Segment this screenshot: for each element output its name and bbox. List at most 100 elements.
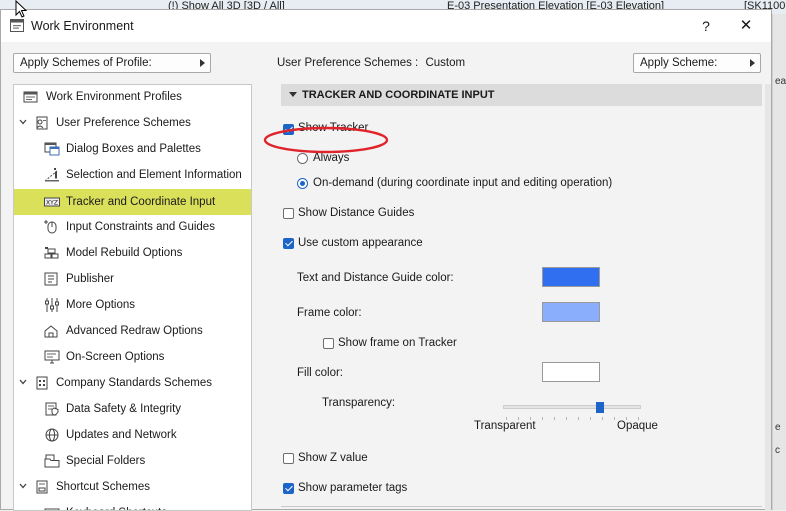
scheme-status-label: User Preference Schemes : (277, 57, 419, 69)
frame-color-swatch[interactable] (542, 302, 600, 322)
panel-scrollbar[interactable] (765, 84, 771, 511)
dialog-title: Work Environment (31, 19, 134, 33)
dialog-titlebar[interactable]: Work Environment ? ✕ (1, 10, 771, 42)
panel-divider (281, 506, 762, 507)
fill-color-swatch[interactable] (542, 362, 600, 382)
slider-tick (566, 417, 567, 420)
background-app-side: ea e c (772, 14, 786, 510)
tree-item-label: Updates and Network (66, 429, 177, 441)
show-frame-on-tracker-checkbox[interactable] (323, 338, 334, 349)
keyboard-icon (44, 508, 60, 510)
apply-scheme-dropdown[interactable]: Apply Scheme: (633, 53, 761, 73)
help-button[interactable]: ? (691, 14, 721, 38)
show-distance-guides-checkbox[interactable] (283, 208, 294, 219)
tree-item-company-standards-schemes[interactable]: Company Standards Schemes (14, 371, 251, 395)
tree-item-label: Input Constraints and Guides (66, 221, 215, 233)
frame-color-label: Frame color: (297, 307, 362, 319)
data-safety-icon (45, 402, 59, 416)
globe-icon (45, 428, 59, 442)
slider-tick (614, 417, 615, 420)
transparency-slider-track[interactable] (503, 405, 641, 409)
tree-item-on-screen-options[interactable]: On-Screen Options (14, 345, 251, 369)
show-z-value-checkbox[interactable] (283, 453, 294, 464)
publisher-icon (44, 272, 58, 286)
apply-profile-dropdown[interactable]: Apply Schemes of Profile: (13, 53, 211, 73)
slider-tick (590, 417, 591, 420)
chevron-down-icon[interactable] (19, 378, 27, 386)
on-demand-label[interactable]: On-demand (during coordinate input and e… (313, 177, 612, 189)
section-header-title: TRACKER AND COORDINATE INPUT (302, 89, 495, 101)
close-button[interactable]: ✕ (731, 14, 761, 38)
tree-item-special-folders[interactable]: Special Folders (14, 449, 251, 473)
section-header[interactable]: TRACKER AND COORDINATE INPUT (281, 84, 762, 106)
tree-item-data-safety-integrity[interactable]: Data Safety & Integrity (14, 397, 251, 421)
tree-item-user-preference-schemes[interactable]: User Preference Schemes (14, 111, 251, 135)
tree-item-label: User Preference Schemes (56, 117, 191, 129)
background-fragment: e (775, 422, 781, 433)
always-radio[interactable] (297, 153, 308, 164)
selection-info-icon (44, 168, 59, 182)
tree-item-label: Shortcut Schemes (56, 481, 150, 493)
tree-item-publisher[interactable]: Publisher (14, 267, 251, 291)
apply-profile-label: Apply Schemes of Profile: (20, 57, 152, 69)
slider-tick (602, 417, 603, 420)
slider-tick (542, 417, 543, 420)
bricks-icon (44, 247, 59, 259)
tree-item-tracker-coordinate-input[interactable]: XYZ Tracker and Coordinate Input (14, 189, 251, 215)
tree-item-updates-network[interactable]: Updates and Network (14, 423, 251, 447)
show-distance-guides-label[interactable]: Show Distance Guides (298, 207, 414, 219)
settings-tree: Work Environment Profiles User Preferenc… (13, 84, 252, 511)
chevron-down-icon[interactable] (19, 118, 27, 126)
tree-item-label: More Options (66, 299, 136, 311)
chevron-down-icon[interactable] (19, 482, 27, 490)
tree-item-selection-element-information[interactable]: Selection and Element Information (14, 163, 251, 187)
transparency-label: Transparency: (322, 397, 396, 409)
show-parameter-tags-checkbox[interactable] (283, 483, 294, 494)
tree-item-model-rebuild-options[interactable]: Model Rebuild Options (14, 241, 251, 265)
work-environment-dialog: Work Environment ? ✕ Apply Schemes of Pr… (0, 9, 772, 511)
sliders-icon (45, 298, 59, 312)
tree-item-label: Publisher (66, 273, 114, 285)
profiles-icon (23, 91, 38, 103)
fill-color-label: Fill color: (297, 367, 344, 379)
tree-item-label: Dialog Boxes and Palettes (66, 143, 201, 155)
slider-tick (578, 417, 579, 420)
user-scheme-icon (36, 116, 48, 130)
tree-item-dialog-boxes-palettes[interactable]: Dialog Boxes and Palettes (14, 137, 251, 161)
mouse-constraints-icon (44, 220, 57, 234)
dialog-palettes-icon (44, 142, 60, 156)
tree-item-input-constraints-guides[interactable]: Input Constraints and Guides (14, 215, 251, 239)
on-demand-radio[interactable] (297, 178, 308, 189)
tree-item-label: Work Environment Profiles (46, 91, 182, 103)
tree-item-label: Model Rebuild Options (66, 247, 183, 259)
text-guide-color-swatch[interactable] (542, 267, 600, 287)
tree-item-more-options[interactable]: More Options (14, 293, 251, 317)
tree-item-label: Advanced Redraw Options (66, 325, 203, 337)
apply-scheme-label: Apply Scheme: (640, 57, 718, 69)
show-frame-on-tracker-label[interactable]: Show frame on Tracker (338, 337, 457, 349)
tree-item-label: Data Safety & Integrity (66, 403, 182, 415)
dropdown-arrow-icon (200, 59, 205, 67)
tree-item-shortcut-schemes[interactable]: Shortcut Schemes (14, 475, 251, 499)
scheme-status: User Preference Schemes : Custom (277, 57, 465, 69)
app-window-icon (10, 19, 24, 32)
tree-item-label: Selection and Element Information (66, 169, 242, 181)
tree-item-advanced-redraw-options[interactable]: Advanced Redraw Options (14, 319, 251, 343)
tree-item-work-environment-profiles[interactable]: Work Environment Profiles (14, 85, 251, 109)
text-guide-color-label: Text and Distance Guide color: (297, 272, 454, 284)
onscreen-icon (44, 350, 60, 364)
show-parameter-tags-label[interactable]: Show parameter tags (298, 482, 407, 494)
transparent-min-label: Transparent (474, 420, 536, 432)
collapse-triangle-icon[interactable] (289, 92, 297, 97)
folder-icon (44, 454, 60, 468)
scheme-status-value: Custom (425, 57, 466, 69)
use-custom-appearance-label[interactable]: Use custom appearance (298, 237, 423, 249)
background-fragment: c (775, 445, 780, 456)
shortcut-scheme-icon (36, 480, 48, 494)
transparency-slider-thumb[interactable] (595, 402, 604, 413)
use-custom-appearance-checkbox[interactable] (283, 238, 294, 249)
dropdown-arrow-icon (750, 59, 755, 67)
show-z-value-label[interactable]: Show Z value (298, 452, 368, 464)
tree-item-label: Company Standards Schemes (56, 377, 212, 389)
tree-item-label: On-Screen Options (66, 351, 165, 363)
